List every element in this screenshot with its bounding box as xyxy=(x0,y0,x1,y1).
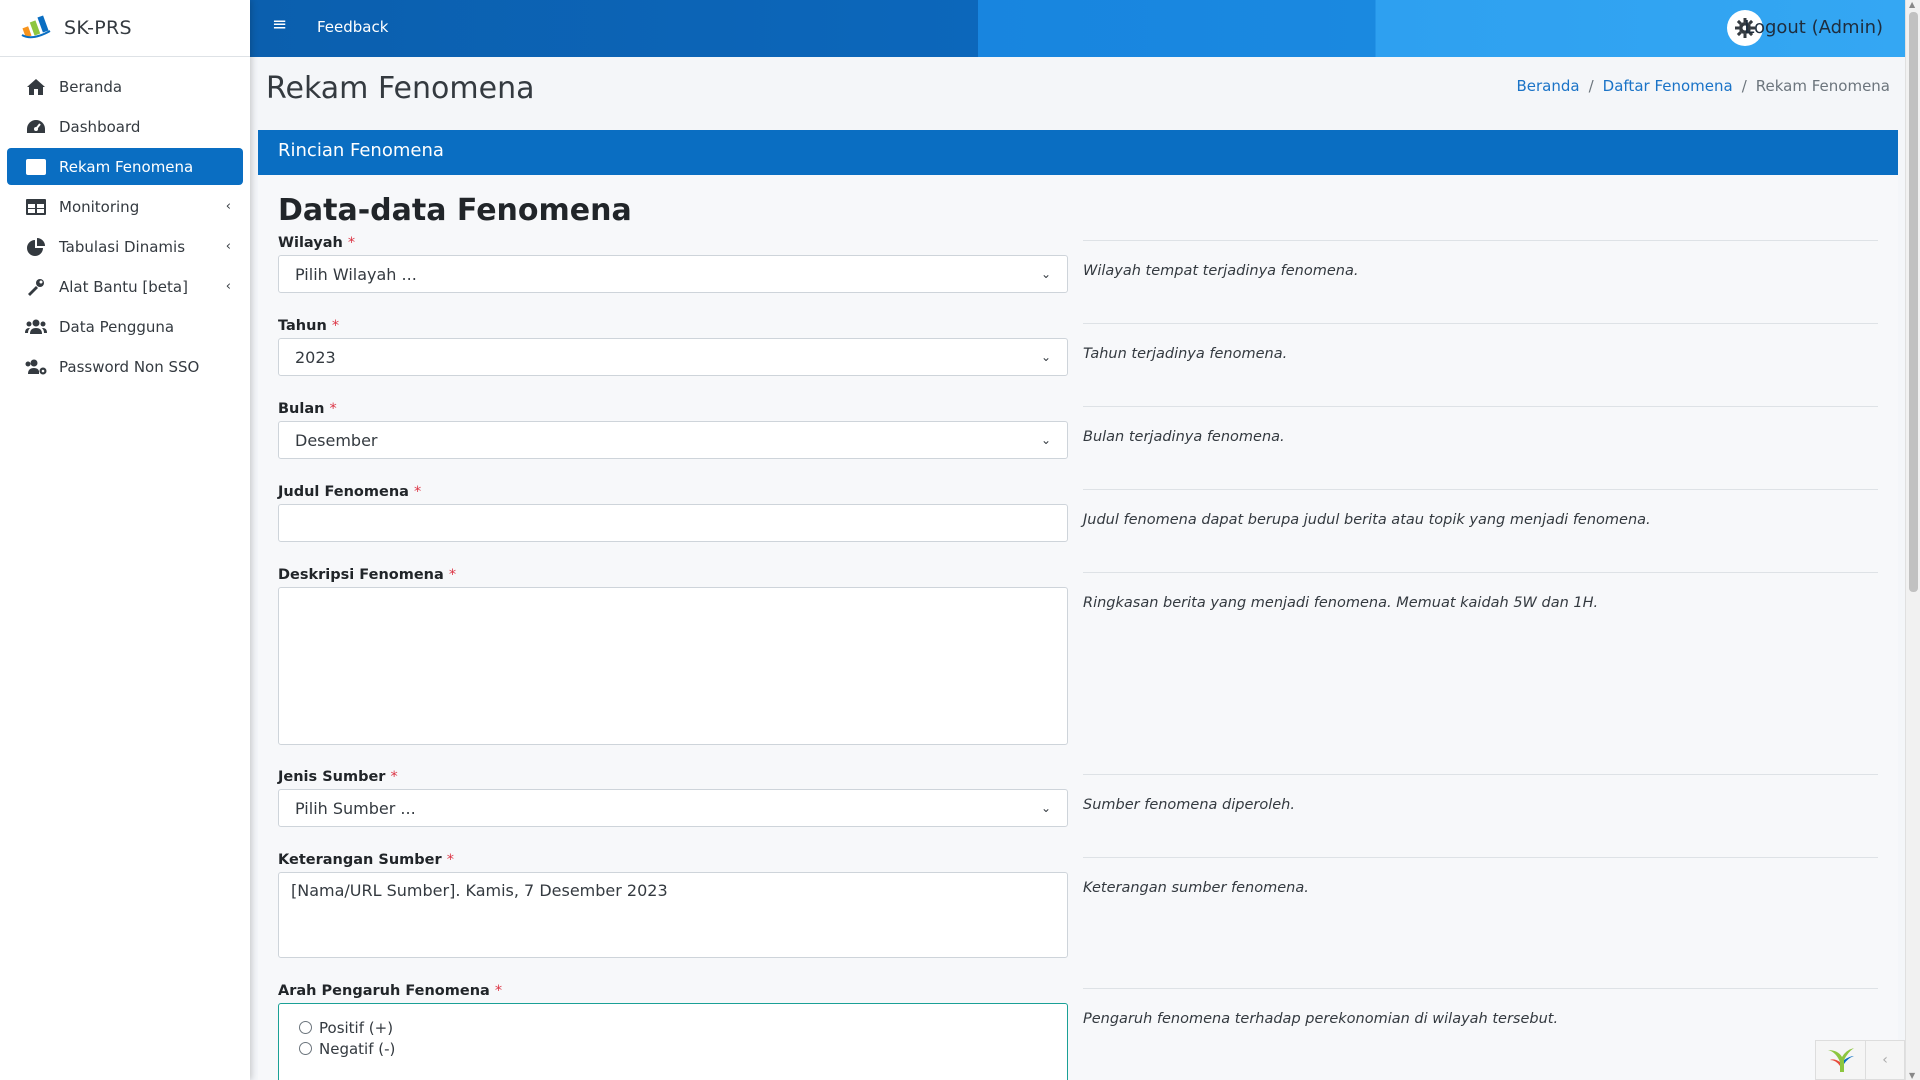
breadcrumb-list-link[interactable]: Daftar Fenomena xyxy=(1603,77,1733,95)
debug-toolbar[interactable]: ‹ xyxy=(1815,1040,1905,1080)
main-content: Rekam Fenomena Beranda / Daftar Fenomena… xyxy=(250,57,1905,1080)
sidebar-nav: Beranda Dashboard Rekam Fenomena Monitor… xyxy=(0,57,250,385)
judul-fenomena-input[interactable] xyxy=(278,504,1068,542)
logout-link[interactable]: Logout (Admin) xyxy=(1744,17,1883,38)
sidebar-item-label: Monitoring xyxy=(59,197,140,216)
field-label: Keterangan Sumber * xyxy=(278,852,454,868)
users-cog-icon xyxy=(25,357,47,377)
arah-pengaruh-radio-group: Positif (+) Negatif (-) xyxy=(278,1003,1068,1080)
chevron-left-icon: ‹ xyxy=(225,239,231,254)
field-label: Arah Pengaruh Fenomena * xyxy=(278,983,503,999)
yii-logo-icon xyxy=(1816,1040,1866,1080)
sidebar-item-label: Tabulasi Dinamis xyxy=(59,237,186,256)
list-icon xyxy=(25,157,47,177)
sidebar-item-data-pengguna[interactable]: Data Pengguna xyxy=(7,308,243,345)
breadcrumb-separator: / xyxy=(1741,77,1747,95)
chevron-left-icon: ‹ xyxy=(225,279,231,294)
wilayah-select[interactable]: Pilih Wilayah ... ⌄ xyxy=(278,255,1068,293)
page-title: Rekam Fenomena xyxy=(266,71,535,106)
sidebar-item-label: Data Pengguna xyxy=(59,317,175,336)
field-label: Bulan * xyxy=(278,401,337,417)
deskripsi-fenomena-textarea[interactable] xyxy=(278,587,1068,745)
field-hint: Bulan terjadinya fenomena. xyxy=(1083,406,1878,445)
sidebar: SK-PRS Beranda Dashboard Rekam Fenomena … xyxy=(0,0,250,1080)
field-label: Jenis Sumber * xyxy=(278,769,398,785)
field-hint: Pengaruh fenomena terhadap perekonomian … xyxy=(1083,988,1878,1027)
radio-positif[interactable]: Positif (+) xyxy=(299,1017,1047,1038)
field-hint: Ringkasan berita yang menjadi fenomena. … xyxy=(1083,572,1878,611)
feedback-link[interactable]: Feedback xyxy=(317,18,388,36)
scrollbar-thumb[interactable] xyxy=(1909,12,1918,592)
radio-circle-icon xyxy=(299,1021,312,1034)
radio-circle-icon xyxy=(299,1042,312,1055)
pie-icon xyxy=(25,237,47,257)
keterangan-sumber-textarea[interactable]: [Nama/URL Sumber]. Kamis, 7 Desember 202… xyxy=(278,872,1068,958)
sidebar-item-tabulasi-dinamis[interactable]: Tabulasi Dinamis ‹ xyxy=(7,228,243,265)
sidebar-item-monitoring[interactable]: Monitoring ‹ xyxy=(7,188,243,225)
brand-name: SK-PRS xyxy=(64,17,132,39)
users-icon xyxy=(25,317,47,337)
bulan-select[interactable]: Desember ⌄ xyxy=(278,421,1068,459)
tahun-select[interactable]: 2023 ⌄ xyxy=(278,338,1068,376)
field-label: Wilayah * xyxy=(278,235,356,251)
chevron-left-icon[interactable]: ‹ xyxy=(1866,1052,1904,1068)
gauge-icon xyxy=(25,117,47,137)
scroll-down-icon[interactable]: ▼ xyxy=(1909,1071,1915,1080)
chevron-down-icon: ⌄ xyxy=(1040,350,1051,364)
rincian-fenomena-card: Rincian Fenomena Data-data Fenomena Wila… xyxy=(258,130,1898,1080)
brand[interactable]: SK-PRS xyxy=(0,0,250,57)
chevron-down-icon: ⌄ xyxy=(1040,267,1051,281)
app-logo-icon xyxy=(21,15,51,39)
sidebar-item-label: Rekam Fenomena xyxy=(59,157,194,176)
chevron-left-icon: ‹ xyxy=(225,199,231,214)
card-header: Rincian Fenomena xyxy=(258,130,1898,175)
field-label: Judul Fenomena * xyxy=(278,484,422,500)
sidebar-item-beranda[interactable]: Beranda xyxy=(7,68,243,105)
sidebar-item-alat-bantu[interactable]: Alat Bantu [beta] ‹ xyxy=(7,268,243,305)
field-hint: Keterangan sumber fenomena. xyxy=(1083,857,1878,896)
sidebar-item-label: Dashboard xyxy=(59,117,141,136)
breadcrumb-home-link[interactable]: Beranda xyxy=(1517,77,1580,95)
field-label: Deskripsi Fenomena * xyxy=(278,567,457,583)
sidebar-item-label: Beranda xyxy=(59,77,123,96)
table-icon xyxy=(25,197,47,217)
breadcrumb-current: Rekam Fenomena xyxy=(1755,77,1890,95)
section-title: Data-data Fenomena xyxy=(278,193,632,228)
radio-negatif[interactable]: Negatif (-) xyxy=(299,1038,1047,1059)
tools-icon xyxy=(25,277,47,297)
sidebar-item-dashboard[interactable]: Dashboard xyxy=(7,108,243,145)
hamburger-menu-icon[interactable]: ≡ xyxy=(272,14,287,35)
sidebar-item-label: Password Non SSO xyxy=(59,357,200,376)
chevron-down-icon: ⌄ xyxy=(1040,801,1051,815)
breadcrumb-separator: / xyxy=(1588,77,1594,95)
topbar: ≡ Feedback Logout (Admin) xyxy=(250,0,1905,57)
jenis-sumber-select[interactable]: Pilih Sumber ... ⌄ xyxy=(278,789,1068,827)
page-scrollbar[interactable]: ▲ ▼ xyxy=(1905,0,1920,1080)
home-icon xyxy=(25,77,47,97)
breadcrumb: Beranda / Daftar Fenomena / Rekam Fenome… xyxy=(1517,77,1891,95)
sidebar-item-rekam-fenomena[interactable]: Rekam Fenomena xyxy=(7,148,243,185)
field-hint: Sumber fenomena diperoleh. xyxy=(1083,774,1878,813)
field-label: Tahun * xyxy=(278,318,340,334)
chevron-down-icon: ⌄ xyxy=(1040,433,1051,447)
sidebar-item-password-non-sso[interactable]: Password Non SSO xyxy=(7,348,243,385)
scroll-up-icon[interactable]: ▲ xyxy=(1909,0,1915,9)
sidebar-item-label: Alat Bantu [beta] xyxy=(59,277,188,296)
field-hint: Tahun terjadinya fenomena. xyxy=(1083,323,1878,362)
field-hint: Wilayah tempat terjadinya fenomena. xyxy=(1083,240,1878,279)
field-hint: Judul fenomena dapat berupa judul berita… xyxy=(1083,489,1878,528)
